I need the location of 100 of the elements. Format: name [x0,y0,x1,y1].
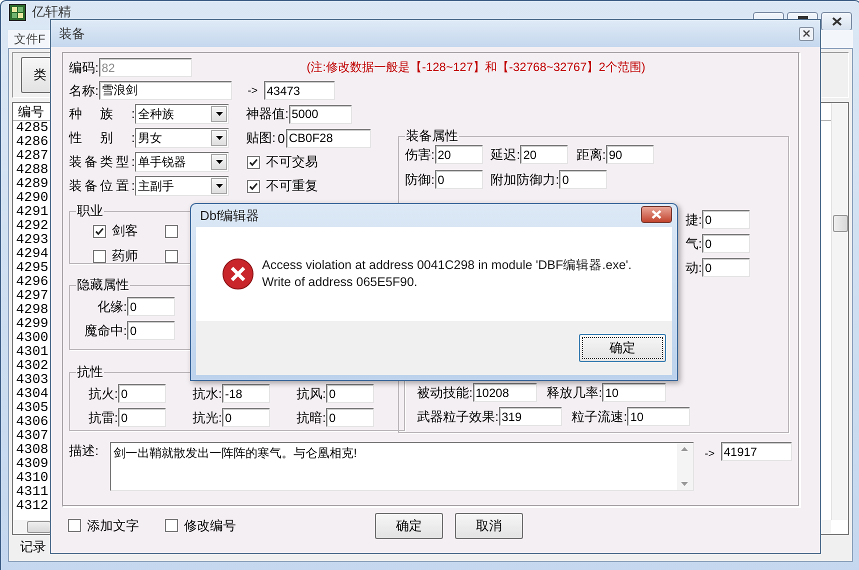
check-icon [249,158,258,166]
list-item[interactable]: 4305 [16,402,48,416]
dropdown[interactable]: 单手锐器 [135,152,229,172]
menu-item[interactable]: 文件F [14,30,46,48]
dialog-button[interactable]: 取消 [455,513,523,539]
input-field[interactable]: 0 [434,170,483,189]
list-item[interactable]: 4296 [16,276,48,290]
checkbox[interactable]: 剑客 [93,222,165,240]
input-field[interactable]: 0 [127,321,175,340]
input-field[interactable]: 0 [559,170,608,189]
dropdown[interactable]: 男女 [135,128,229,148]
input-field[interactable]: 0 [127,297,175,316]
scroll-up-icon[interactable] [681,447,688,451]
list-item[interactable]: 4298 [16,304,48,318]
list-item[interactable]: 4312 [16,500,48,514]
list-item[interactable]: 4285 [16,122,48,136]
note-text: (注:修改数据一般是【-128~127】和【-32768~32767】2个范围) [306,59,646,76]
dialog-button[interactable]: 确定 [375,513,443,539]
input-field[interactable]: 0 [326,408,374,427]
field-label: 武器粒子效果: [417,408,499,426]
column-header[interactable]: 编号 [18,102,44,120]
input-field[interactable]: 0 [702,258,750,277]
input-field[interactable]: -18 [222,384,270,403]
field-prefix: 0 [278,130,285,146]
group-title: 职业 [76,202,104,220]
list-item[interactable]: 4286 [16,136,48,150]
close-button[interactable] [641,206,672,222]
input-field[interactable]: 43473 [264,81,335,100]
list-item[interactable]: 4302 [16,360,48,374]
list-item[interactable]: 4295 [16,262,48,276]
field-label: 抗水: [191,384,222,402]
input-field[interactable]: 0 [118,384,166,403]
input-field[interactable]: 20 [520,145,568,164]
input-field[interactable]: 0 [702,210,750,229]
field-label: 抗光: [191,408,222,426]
input-field[interactable]: 319 [498,407,562,426]
text-area[interactable]: 剑一出鞘就散发出一阵阵的寒气。与仑凰相克! [110,442,694,491]
field-label: 延迟: [490,146,520,164]
input-field[interactable]: 90 [606,145,654,164]
arrow-text: -> [704,448,715,460]
list-item[interactable]: 4306 [16,416,48,430]
list-item[interactable]: 4311 [16,486,48,500]
list-item[interactable]: 4309 [16,458,48,472]
window-title: 亿轩精 [32,5,71,19]
close-button[interactable] [799,26,814,40]
group-title: 隐藏属性 [76,276,130,294]
caret-icon [216,112,222,116]
field-label: 释放几率: [546,384,602,402]
list-item[interactable]: 4308 [16,444,48,458]
list-item[interactable]: 4303 [16,374,48,388]
dropdown[interactable]: 主副手 [135,176,229,196]
list-item[interactable]: 4300 [16,332,48,346]
close-button[interactable] [821,12,852,31]
list-item[interactable]: 4299 [16,318,48,332]
input-field[interactable]: 5000 [288,104,352,124]
field-label: 抗风: [295,384,326,402]
scroll-down-icon[interactable] [681,482,688,486]
input-field[interactable]: 10 [602,383,666,402]
list-item[interactable]: 4292 [16,220,48,234]
input-field[interactable]: 0 [118,408,166,427]
input-field[interactable]: 0 [702,234,750,253]
field-label: 粒子流速: [572,408,628,426]
input-field[interactable]: 41917 [720,442,792,461]
scrollbar[interactable] [831,103,848,520]
field-label: 装备位置: [69,177,135,195]
input-field[interactable]: 20 [434,145,483,164]
list-item[interactable]: 4294 [16,248,48,262]
checkbox[interactable]: 修改编号 [165,516,236,535]
list-item[interactable]: 4301 [16,346,48,360]
ok-button[interactable]: 确定 [579,334,666,362]
list-item[interactable]: 4290 [16,192,48,206]
checkbox[interactable]: 不可重复 [247,177,318,195]
list-item[interactable]: 4288 [16,164,48,178]
list-item[interactable]: 4304 [16,388,48,402]
list-item[interactable]: 4287 [16,150,48,164]
caret-icon [216,136,222,140]
input-field[interactable]: 10208 [472,383,537,402]
check-icon [95,226,104,236]
input-field[interactable]: CB0F28 [286,128,371,148]
input-field[interactable]: 10 [627,407,690,426]
caret-icon [216,184,222,188]
error-icon [222,258,254,290]
input-field[interactable]: 0 [222,408,270,427]
input-field[interactable]: 0 [326,384,374,403]
list-item[interactable]: 4291 [16,206,48,220]
dropdown[interactable]: 全种族 [135,104,229,124]
arrow-text: -> [248,84,258,96]
checkbox[interactable]: 不可交易 [247,153,318,171]
checkbox[interactable]: 添加文字 [68,516,139,535]
list-item[interactable]: 4289 [16,178,48,192]
list-item[interactable]: 4297 [16,290,48,304]
close-icon [651,210,662,218]
list-item[interactable]: 4307 [16,430,48,444]
field-label: 性别: [69,129,135,147]
list-item[interactable]: 4310 [16,472,48,486]
group-title: 装备属性 [405,127,459,145]
field-label: 名称: [69,82,99,100]
checkbox[interactable]: 药师 [93,247,165,265]
list-item[interactable]: 4293 [16,234,48,248]
input-field[interactable]: 雪浪剑 [98,81,232,100]
